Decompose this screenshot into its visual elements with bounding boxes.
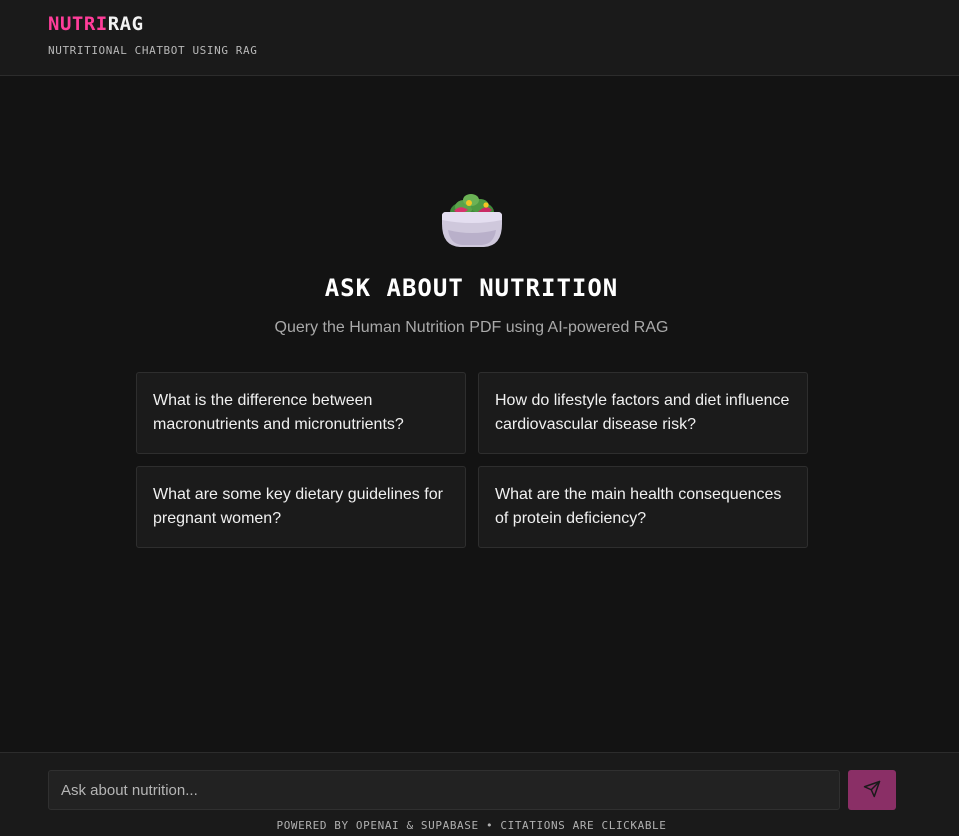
brand-logo[interactable]: NUTRIRAG (48, 13, 144, 35)
hero-subtitle: Query the Human Nutrition PDF using AI-p… (274, 319, 669, 336)
suggestion-card[interactable]: What are the main health consequences of… (478, 466, 808, 548)
send-icon (863, 780, 881, 801)
app-header: NUTRIRAG NUTRITIONAL CHATBOT USING RAG (0, 0, 959, 76)
brand-accent: NUTRI (48, 13, 108, 35)
suggestion-card[interactable]: What are some key dietary guidelines for… (136, 466, 466, 548)
suggestion-card[interactable]: How do lifestyle factors and diet influe… (478, 372, 808, 454)
app-subtitle: NUTRITIONAL CHATBOT USING RAG (48, 44, 258, 57)
hero-title: ASK ABOUT NUTRITION (324, 274, 619, 302)
composer-bar: POWERED BY OPENAI & SUPABASE • CITATIONS… (0, 752, 959, 836)
brand-rest: RAG (107, 13, 144, 35)
chat-input[interactable] (48, 770, 840, 810)
suggestion-card[interactable]: What is the difference between macronutr… (136, 372, 466, 454)
salad-bowl-icon (440, 190, 504, 250)
footer-note: POWERED BY OPENAI & SUPABASE • CITATIONS… (276, 819, 667, 832)
send-button[interactable] (848, 770, 896, 810)
